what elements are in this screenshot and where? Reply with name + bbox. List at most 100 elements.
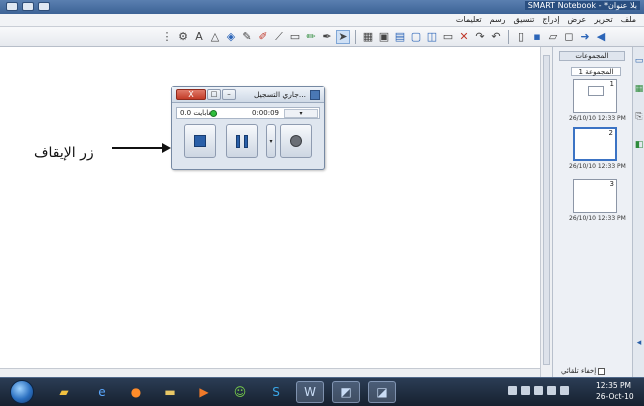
recording-status-icon: [210, 110, 217, 117]
page-thumbnail[interactable]: 3: [573, 179, 617, 213]
menu-item-format[interactable]: تنسيق: [514, 15, 535, 24]
page-sorter-tab-icon[interactable]: ▭: [634, 55, 644, 67]
window-title: SMART Notebook - *بلا عنوان: [524, 1, 640, 10]
menu-item-insert[interactable]: إدراج: [542, 15, 559, 24]
creative-pen-icon[interactable]: ✐: [256, 30, 270, 44]
page-thumbnail-selected[interactable]: 2: [573, 127, 617, 161]
quick-access-toolbar: [6, 2, 66, 12]
record-options-dropdown[interactable]: ▾: [266, 124, 276, 158]
highlighter-icon[interactable]: ✏: [304, 30, 318, 44]
side-tab-strip: ▭ ▦ ⎘ ◧ ◂: [632, 47, 644, 377]
minimize-button[interactable]: –: [222, 89, 236, 100]
tray-device-icon[interactable]: [534, 386, 543, 395]
redo-icon[interactable]: ↷: [473, 30, 487, 44]
delete-icon[interactable]: ✕: [457, 30, 471, 44]
folder-icon[interactable]: ▬: [156, 381, 184, 403]
move-sidebar-icon[interactable]: ◂: [634, 337, 644, 349]
eraser-icon[interactable]: ▭: [288, 30, 302, 44]
windows-explorer-icon[interactable]: ▰: [50, 381, 78, 403]
fill-icon[interactable]: ◈: [224, 30, 238, 44]
tray-volume-icon[interactable]: [560, 386, 569, 395]
toolbar-separator: [355, 30, 356, 44]
capture-icon[interactable]: ▣: [377, 30, 391, 44]
system-tray: [508, 386, 569, 395]
more-tools-icon[interactable]: ⋮: [160, 30, 174, 44]
tray-network-icon[interactable]: [508, 386, 517, 395]
save-icon[interactable]: ▪: [530, 30, 544, 44]
page-date: 26/10/10 12:33 PM: [569, 163, 626, 170]
autohide-label: إخفاء تلقائي: [561, 367, 597, 375]
pause-icon: [236, 134, 248, 148]
checkbox-box[interactable]: [598, 367, 606, 375]
recorder-titlebar[interactable]: X □ – جاري التسجيل...: [172, 87, 324, 103]
tray-flag-icon[interactable]: [521, 386, 530, 395]
save-quick-icon[interactable]: [6, 2, 18, 11]
autohide-checkbox[interactable]: إخفاء تلقائي: [561, 367, 606, 375]
undo-icon[interactable]: ↶: [489, 30, 503, 44]
undo-quick-icon[interactable]: [22, 2, 34, 11]
open-icon[interactable]: ▱: [546, 30, 560, 44]
recorder-title: جاري التسجيل...: [253, 90, 306, 99]
stop-button[interactable]: [184, 124, 216, 158]
groups-tab[interactable]: المجموعات: [559, 51, 625, 61]
record-button[interactable]: [280, 124, 312, 158]
windows-taskbar: ▰ e ● ▬ ▶ ☺ S W ◩ ◪ 12:35 PM 26-Oct-10: [0, 377, 644, 406]
menu-item-help[interactable]: تعليمات: [456, 15, 482, 24]
gallery-tab-icon[interactable]: ▦: [634, 83, 644, 95]
previous-page-icon[interactable]: ◀: [594, 30, 608, 44]
media-player-icon[interactable]: ▶: [190, 381, 218, 403]
properties-tab-icon[interactable]: ◧: [634, 139, 644, 151]
menu-item-draw[interactable]: رسم: [490, 15, 506, 24]
menu-item-file[interactable]: ملف: [621, 15, 636, 24]
stop-icon: [194, 135, 206, 147]
main-toolbar: ⋮ ⚙ A △ ◈ ✎ ✐ ⟋ ▭ ✏ ✒ ➤ ▦ ▣ ▤ ▢ ◫ ▭ ✕ ↷ …: [0, 27, 644, 47]
document-camera-icon[interactable]: ▭: [441, 30, 455, 44]
firefox-icon[interactable]: ●: [122, 381, 150, 403]
scrollbar-thumb[interactable]: [543, 55, 550, 365]
page-date: 26/10/10 12:33 PM: [569, 215, 626, 222]
attachments-tab-icon[interactable]: ⎘: [634, 111, 644, 123]
menu-item-edit[interactable]: تحرير: [594, 15, 612, 24]
recorder-options-dropdown[interactable]: ▾: [284, 109, 318, 118]
canvas-vertical-scrollbar[interactable]: [540, 47, 552, 377]
pause-button[interactable]: [226, 124, 258, 158]
pen-icon[interactable]: ✒: [320, 30, 334, 44]
menu-item-view[interactable]: عرض: [567, 15, 586, 24]
internet-explorer-icon[interactable]: e: [88, 381, 116, 403]
page-thumbnail[interactable]: 1: [573, 79, 617, 113]
magic-pen-icon[interactable]: ✎: [240, 30, 254, 44]
close-button[interactable]: X: [176, 89, 206, 100]
messenger-icon[interactable]: ☺: [226, 381, 254, 403]
page-number: 3: [609, 180, 614, 188]
menu-bar: ملف تحرير عرض إدراج تنسيق رسم تعليمات: [0, 14, 644, 27]
annotation-arrow: [112, 143, 171, 153]
window-titlebar: SMART Notebook - *بلا عنوان: [0, 0, 644, 14]
group-label[interactable]: المجموعة 1: [571, 67, 621, 76]
select-icon[interactable]: ➤: [336, 30, 350, 44]
clock-date[interactable]: 26-Oct-10: [596, 392, 634, 401]
clock-time[interactable]: 12:35 PM: [596, 381, 631, 390]
redo-quick-icon[interactable]: [38, 2, 50, 11]
canvas-horizontal-scrollbar[interactable]: [0, 368, 540, 377]
smart-tool-icon[interactable]: ◩: [332, 381, 360, 403]
paste-icon[interactable]: ▯: [514, 30, 528, 44]
shape-icon[interactable]: △: [208, 30, 222, 44]
smart-notebook-icon[interactable]: ◪: [368, 381, 396, 403]
next-page-icon[interactable]: ➜: [578, 30, 592, 44]
tray-signal-icon[interactable]: [547, 386, 556, 395]
line-icon[interactable]: ⟋: [272, 30, 286, 44]
text-icon[interactable]: A: [192, 30, 206, 44]
new-page-icon[interactable]: ◻: [562, 30, 576, 44]
start-button[interactable]: [10, 380, 34, 404]
dual-page-icon[interactable]: ◫: [425, 30, 439, 44]
record-icon: [290, 135, 302, 147]
screen-shade-icon[interactable]: ▤: [393, 30, 407, 44]
full-screen-icon[interactable]: ▢: [409, 30, 423, 44]
word-icon[interactable]: W: [296, 381, 324, 403]
recorder-status-row: 0.0 ميغابايت 0:00:09 ▾: [176, 107, 320, 119]
skype-icon[interactable]: S: [262, 381, 290, 403]
thumbnail-content: [588, 86, 604, 96]
maximize-button[interactable]: □: [207, 89, 221, 100]
properties-icon[interactable]: ⚙: [176, 30, 190, 44]
table-icon[interactable]: ▦: [361, 30, 375, 44]
